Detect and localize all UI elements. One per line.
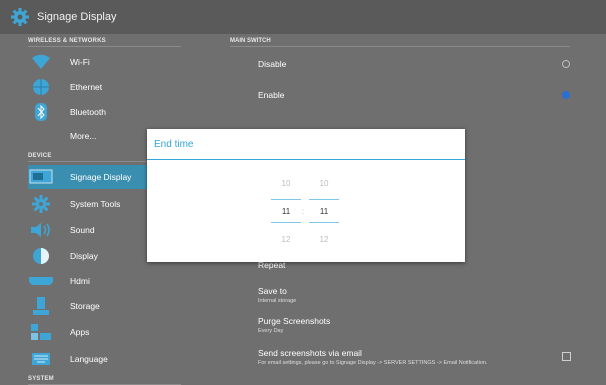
sidebar-item-label: Language [70, 354, 108, 364]
gear-icon [26, 194, 56, 214]
sidebar-item-apps[interactable]: Apps [0, 320, 186, 344]
app-title: Signage Display [37, 11, 117, 23]
sidebar-item-label: Ethernet [70, 82, 103, 92]
email-title: Send screenshots via email [258, 348, 362, 358]
speaker-icon [26, 220, 56, 240]
brightness-icon [26, 246, 56, 266]
email-subtitle: For email settings, please go to Signage… [258, 360, 488, 366]
keyboard-icon [26, 349, 56, 369]
purge-subtitle: Every Day [258, 328, 284, 334]
hdmi-icon [26, 271, 56, 291]
gear-icon [9, 6, 31, 28]
hour-selection-top-line [271, 199, 301, 200]
hour-next[interactable]: 12 [271, 235, 301, 244]
sidebar-item-label: System Tools [70, 199, 121, 209]
section-header-main-switch: MAIN SWITCH [230, 38, 570, 47]
sidebar-item-label: Apps [70, 327, 90, 337]
sidebar-item-label: More... [70, 131, 97, 141]
purge-title: Purge Screenshots [258, 316, 331, 326]
sidebar-item-hdmi[interactable]: Hdmi [0, 269, 186, 293]
hour-prev[interactable]: 10 [271, 179, 301, 188]
minute-selection-bottom-line [309, 222, 339, 223]
sidebar-item-bluetooth[interactable]: Bluetooth [0, 100, 186, 124]
save-to-title: Save to [258, 286, 287, 296]
disable-radio[interactable] [562, 60, 570, 68]
email-checkbox[interactable] [562, 352, 571, 361]
sidebar-item-ethernet[interactable]: Ethernet [0, 75, 186, 99]
disable-label: Disable [258, 59, 287, 69]
hour-selection-bottom-line [271, 222, 301, 223]
end-time-dialog: End time 10 11 12 : 10 11 12 [147, 129, 465, 262]
monitor-icon [26, 167, 56, 187]
storage-icon [26, 296, 56, 316]
title-bar: Signage Display [0, 0, 606, 34]
email-screenshots-row[interactable]: Send screenshots via email For email set… [258, 348, 568, 366]
dialog-title: End time [154, 139, 194, 150]
sidebar-item-label: Wi-Fi [70, 57, 90, 67]
sidebar-item-label: Display [70, 251, 98, 261]
enable-option[interactable]: Enable [258, 90, 578, 100]
hour-current[interactable]: 11 [271, 207, 301, 216]
sidebar-item-label: Hdmi [70, 276, 90, 286]
wifi-icon [26, 52, 56, 72]
dialog-divider [147, 159, 465, 160]
sidebar-item-wifi[interactable]: Wi-Fi [0, 50, 186, 74]
time-separator: : [302, 207, 305, 216]
save-to-row[interactable]: Save to Internal storage [258, 286, 578, 304]
minute-current[interactable]: 11 [309, 207, 339, 216]
globe-icon [26, 77, 56, 97]
disable-option[interactable]: Disable [258, 59, 578, 69]
minute-selection-top-line [309, 199, 339, 200]
bluetooth-icon [26, 102, 56, 122]
save-to-subtitle: Internal storage [258, 298, 297, 304]
enable-radio[interactable] [562, 91, 570, 99]
sidebar-item-label: Bluetooth [70, 107, 106, 117]
minute-next[interactable]: 12 [309, 235, 339, 244]
minute-prev[interactable]: 10 [309, 179, 339, 188]
sidebar-item-label: Signage Display [70, 172, 132, 182]
section-header-wireless: WIRELESS & NETWORKS [28, 38, 181, 47]
enable-label: Enable [258, 90, 285, 100]
sidebar-item-label: Sound [70, 225, 95, 235]
sidebar-item-label: Storage [70, 301, 100, 311]
apps-icon [26, 322, 56, 342]
sidebar-item-language[interactable]: Language [0, 347, 186, 371]
sidebar-item-storage[interactable]: Storage [0, 294, 186, 318]
section-header-system: SYSTEM [28, 376, 181, 385]
purge-screenshots-row[interactable]: Purge Screenshots Every Day [258, 316, 578, 334]
